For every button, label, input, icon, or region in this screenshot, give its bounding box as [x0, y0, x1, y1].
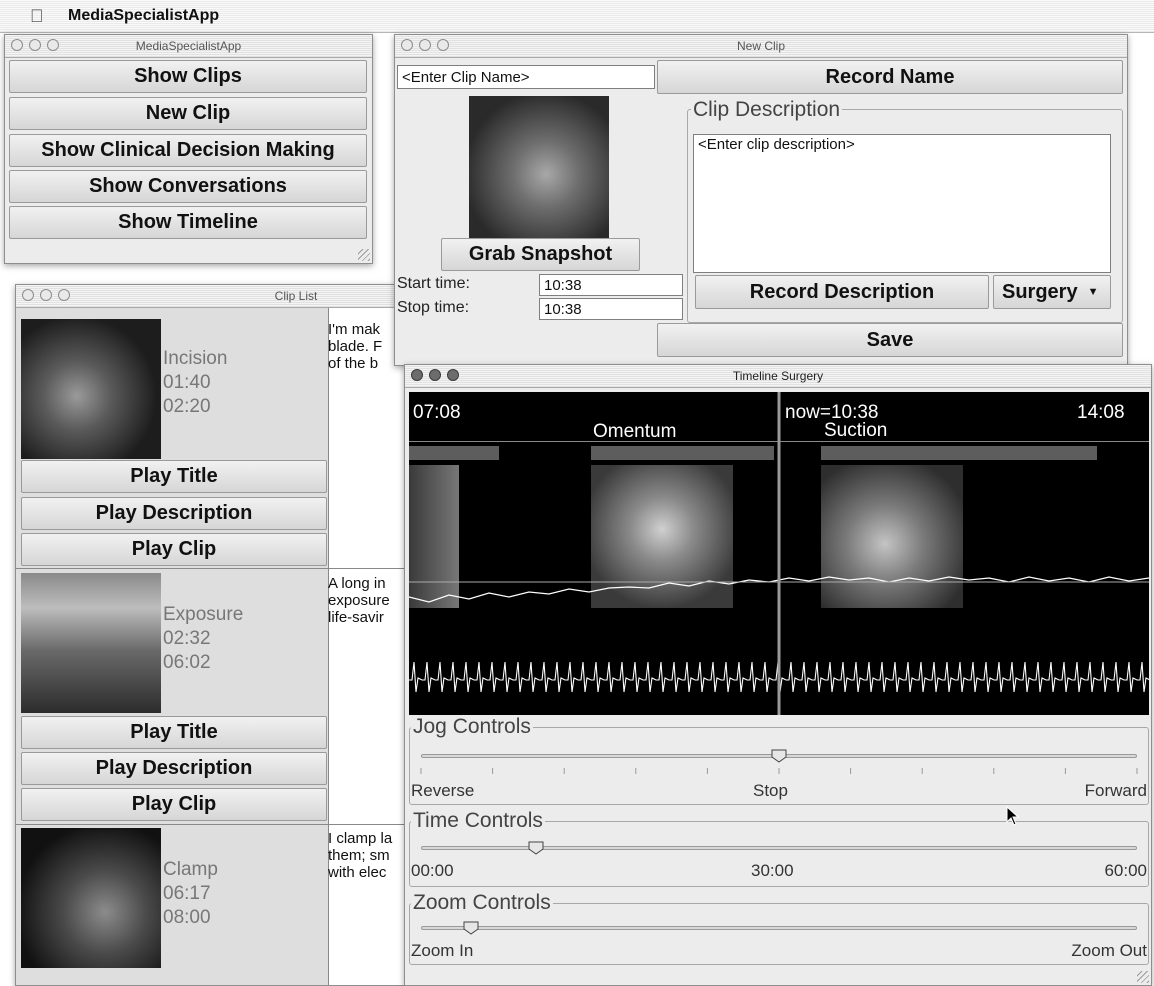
close-button[interactable]: [22, 289, 34, 301]
play-clip-button[interactable]: Play Clip: [21, 533, 327, 566]
clip-info: Exposure 02:32 06:02: [163, 603, 243, 675]
show-clinical-decision-making-button[interactable]: Show Clinical Decision Making: [9, 134, 367, 167]
window-title: New Clip: [736, 39, 785, 53]
clip-stop-time: 08:00: [163, 907, 211, 928]
clip-thumbnail-incision[interactable]: [21, 319, 161, 459]
show-clips-button[interactable]: Show Clips: [9, 60, 367, 93]
window-title: Timeline Surgery: [732, 369, 824, 383]
clip-name: Exposure: [163, 604, 244, 625]
app-menu[interactable]: MediaSpecialistApp: [68, 7, 219, 25]
time-mid-label: 30:00: [751, 861, 794, 880]
close-button[interactable]: [411, 369, 423, 381]
play-description-button[interactable]: Play Description: [21, 497, 327, 530]
minimize-button[interactable]: [29, 39, 41, 51]
category-select-value: Surgery: [1002, 280, 1078, 303]
clip-name: Clamp: [163, 859, 218, 880]
menu-bar:  MediaSpecialistApp: [0, 0, 1154, 33]
clip-description: I'm mak blade. F of the b: [328, 321, 383, 372]
clip-info: Incision 01:40 02:20: [163, 347, 227, 419]
clip-name: Incision: [163, 348, 228, 369]
zoom-slider-track[interactable]: [421, 926, 1137, 930]
clip-thumbnail-exposure[interactable]: [21, 573, 161, 713]
stop-label: Stop: [753, 781, 788, 800]
start-time-input[interactable]: [539, 274, 683, 296]
show-conversations-button[interactable]: Show Conversations: [9, 170, 367, 203]
timeline-titlebar[interactable]: Timeline Surgery: [405, 365, 1151, 388]
jog-slider-thumb[interactable]: [771, 749, 787, 763]
record-name-button[interactable]: Record Name: [657, 60, 1123, 94]
jog-controls-title: Jog Controls: [411, 715, 533, 739]
clip-start-time: 01:40: [163, 372, 211, 393]
zoom-button[interactable]: [47, 39, 59, 51]
play-clip-button[interactable]: Play Clip: [21, 788, 327, 821]
clip-description-textarea[interactable]: <Enter clip description>: [693, 134, 1111, 273]
clip-description-group-title: Clip Description: [691, 98, 843, 122]
minimize-button[interactable]: [419, 39, 431, 51]
clip-stop-time: 06:02: [163, 652, 211, 673]
timeline-window: Timeline Surgery 07:08 Omentum now=10:38…: [404, 364, 1152, 986]
zoom-controls-title: Zoom Controls: [411, 891, 553, 915]
grab-snapshot-button[interactable]: Grab Snapshot: [441, 238, 640, 271]
close-button[interactable]: [11, 39, 23, 51]
reverse-label: Reverse: [411, 781, 475, 800]
clip-info: Clamp 06:17 08:00: [163, 858, 218, 930]
clip-name-input[interactable]: [397, 65, 655, 89]
snapshot-preview: [469, 96, 609, 238]
show-timeline-button[interactable]: Show Timeline: [9, 206, 367, 239]
zoom-button[interactable]: [58, 289, 70, 301]
clip-stop-time: 02:20: [163, 396, 211, 417]
record-description-button[interactable]: Record Description: [695, 275, 989, 309]
stop-time-input[interactable]: [539, 298, 683, 320]
save-button[interactable]: Save: [657, 323, 1123, 357]
resize-handle[interactable]: [358, 249, 370, 261]
mouse-cursor-icon: [1006, 806, 1020, 826]
minimize-button[interactable]: [40, 289, 52, 301]
zoom-out-label: Zoom Out: [1071, 941, 1147, 960]
start-time-label: Start time:: [397, 275, 470, 292]
zoom-button[interactable]: [447, 369, 459, 381]
clip-description: I clamp la them; sm with elec: [328, 830, 393, 881]
window-title: MediaSpecialistApp: [135, 39, 242, 53]
time-controls-title: Time Controls: [411, 809, 545, 833]
new-clip-window: New Clip Record Name Grab Snapshot Start…: [394, 34, 1128, 366]
window-title: Clip List: [274, 289, 318, 303]
time-max-label: 60:00: [1104, 861, 1147, 880]
zoom-button[interactable]: [437, 39, 449, 51]
play-title-button[interactable]: Play Title: [21, 716, 327, 749]
clip-start-time: 02:32: [163, 628, 211, 649]
new-clip-titlebar[interactable]: New Clip: [395, 35, 1127, 58]
time-slider-thumb[interactable]: [528, 841, 544, 855]
apple-menu-icon[interactable]: : [30, 6, 44, 27]
forward-label: Forward: [1084, 781, 1147, 800]
play-title-button[interactable]: Play Title: [21, 460, 327, 493]
clip-start-time: 06:17: [163, 883, 211, 904]
chevron-down-icon: ▼: [1087, 286, 1099, 298]
main-window: MediaSpecialistApp Show Clips New Clip S…: [4, 34, 373, 264]
clip-thumbnail-clamp[interactable]: [21, 828, 161, 968]
zoom-slider-thumb[interactable]: [463, 921, 479, 935]
new-clip-button[interactable]: New Clip: [9, 97, 367, 130]
main-window-titlebar[interactable]: MediaSpecialistApp: [5, 35, 372, 58]
vital-signs-waveform: [409, 392, 1149, 715]
play-description-button[interactable]: Play Description: [21, 752, 327, 785]
time-min-label: 00:00: [411, 861, 454, 880]
minimize-button[interactable]: [429, 369, 441, 381]
zoom-in-label: Zoom In: [411, 941, 474, 960]
resize-handle[interactable]: [1137, 971, 1149, 983]
close-button[interactable]: [401, 39, 413, 51]
category-select[interactable]: Surgery ▼: [993, 275, 1111, 309]
timeline-display[interactable]: 07:08 Omentum now=10:38 Suction 14:08: [409, 392, 1149, 715]
jog-tick-marks: [420, 768, 1138, 774]
stop-time-label: Stop time:: [397, 299, 470, 316]
clip-description: A long in exposure life-savir: [328, 575, 390, 626]
